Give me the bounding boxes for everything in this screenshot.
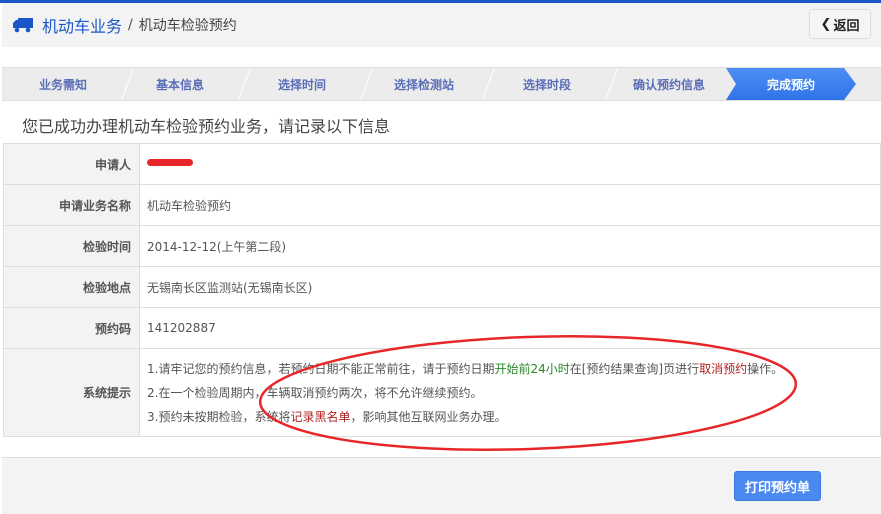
- tip-3: 3.预约未按期检验，系统将记录黑名单，影响其他互联网业务办理。: [147, 409, 507, 424]
- step-4: 选择检测站: [363, 68, 485, 100]
- breadcrumb-separator: /: [128, 17, 133, 33]
- time-value: 2014-12-12(上午第二段): [139, 225, 881, 267]
- table-row: 申请业务名称 机动车检验预约: [3, 184, 881, 226]
- header: 机动车业务 / 机动车检验预约 ❮ 返回: [2, 3, 881, 47]
- tip-1: 1.请牢记您的预约信息，若预约日期不能正常前往，请于预约日期开始前24小时在[预…: [147, 361, 784, 376]
- tip-2: 2.在一个检验周期内，车辆取消预约两次，将不允许继续预约。: [147, 385, 483, 400]
- table-row: 系统提示 1.请牢记您的预约信息，若预约日期不能正常前往，请于预约日期开始前24…: [3, 348, 881, 437]
- breadcrumb-current: 机动车检验预约: [138, 18, 237, 34]
- place-label: 检验地点: [3, 266, 140, 308]
- table-row: 预约码 141202887: [3, 307, 881, 349]
- print-button[interactable]: 打印预约单: [734, 471, 821, 501]
- tips-label: 系统提示: [3, 348, 140, 437]
- table-row: 检验地点 无锡南长区监测站(无锡南长区): [3, 266, 881, 308]
- chevron-left-icon: ❮: [820, 16, 832, 32]
- info-table: 申请人 申请业务名称 机动车检验预约 检验时间 2014-12-12(上午第二段) …: [3, 143, 881, 437]
- redaction-mark: [147, 159, 193, 166]
- table-row: 申请人: [3, 143, 881, 185]
- step-7-active: 完成预约: [726, 68, 856, 100]
- progress-steps: 业务需知 基本信息 选择时间 选择检测站 选择时段 确认预约信息 完成预约: [2, 67, 881, 101]
- back-label: 返回: [833, 18, 860, 34]
- place-value: 无锡南长区监测站(无锡南长区): [139, 266, 881, 308]
- step-5: 选择时段: [486, 68, 608, 100]
- code-value: 141202887: [139, 307, 881, 349]
- business-label: 申请业务名称: [3, 184, 140, 226]
- applicant-value: [139, 143, 881, 185]
- tips-content: 1.请牢记您的预约信息，若预约日期不能正常前往，请于预约日期开始前24小时在[预…: [139, 348, 881, 437]
- breadcrumb-root[interactable]: 机动车业务: [42, 13, 122, 37]
- business-value: 机动车检验预约: [139, 184, 881, 226]
- step-2: 基本信息: [119, 68, 241, 100]
- table-row: 检验时间 2014-12-12(上午第二段): [3, 225, 881, 267]
- back-button[interactable]: ❮ 返回: [809, 9, 871, 39]
- footer: 打印预约单: [2, 457, 881, 514]
- step-3: 选择时间: [241, 68, 363, 100]
- step-1: 业务需知: [2, 68, 124, 100]
- code-label: 预约码: [3, 307, 140, 349]
- success-message: 您已成功办理机动车检验预约业务，请记录以下信息: [22, 117, 391, 136]
- applicant-label: 申请人: [3, 143, 140, 185]
- time-label: 检验时间: [3, 225, 140, 267]
- step-6: 确认预约信息: [632, 77, 705, 92]
- truck-icon: [12, 17, 34, 33]
